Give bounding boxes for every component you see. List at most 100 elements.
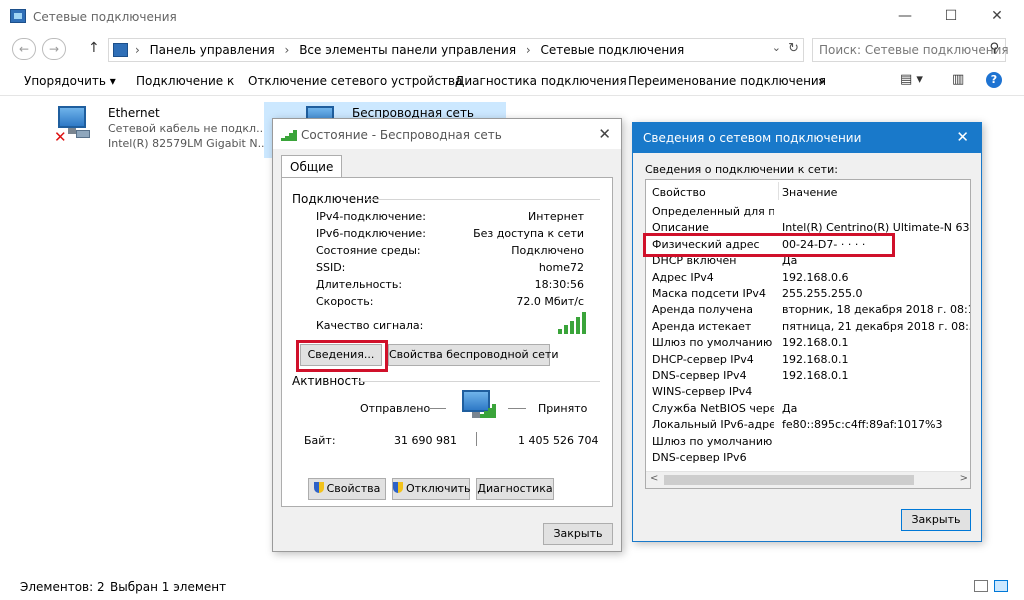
- status-close-button[interactable]: Закрыть: [543, 523, 613, 545]
- mac-address-highlight: [643, 233, 895, 257]
- details-list[interactable]: Свойство Значение Определенный для по...…: [645, 179, 971, 489]
- ethernet-adapter-icon: ✕: [54, 106, 90, 146]
- details-button-highlight: [296, 340, 388, 372]
- bytes-received-value: 1 405 526 704: [518, 434, 599, 447]
- details-row-property: Аренда получена: [652, 303, 753, 317]
- item-count: Элементов: 2: [20, 580, 105, 594]
- details-row[interactable]: Локальный IPv6-адрес ... fe80::895c:c4ff:…: [646, 417, 970, 433]
- signal-quality-bars-icon: [558, 312, 588, 334]
- signal-quality-label: Качество сигнала:: [316, 319, 424, 332]
- help-icon[interactable]: ?: [986, 72, 1002, 88]
- window-title: Сетевые подключения: [33, 10, 177, 24]
- details-row-property: Служба NetBIOS через...: [652, 401, 774, 415]
- close-icon[interactable]: ✕: [956, 128, 969, 146]
- speed-label: Скорость:: [316, 295, 374, 308]
- tab-strip: Общие: [281, 155, 343, 178]
- ipv6-value: Без доступа к сети: [473, 227, 584, 240]
- adapter-status: Сетевой кабель не подкл...: [108, 122, 267, 135]
- details-view-icon[interactable]: [974, 580, 988, 592]
- large-icons-view-icon[interactable]: [994, 580, 1008, 592]
- details-row-property: Определенный для по...: [652, 205, 774, 218]
- column-header-value[interactable]: Значение: [782, 186, 837, 199]
- details-row[interactable]: Шлюз по умолчанию IP... 192.168.0.1: [646, 335, 970, 351]
- details-row-value: 192.168.0.6: [782, 270, 849, 284]
- scroll-left-icon[interactable]: <: [650, 473, 658, 484]
- disable-button-label: Отключить: [406, 482, 471, 495]
- details-row-value: 192.168.0.1: [782, 369, 849, 382]
- details-row[interactable]: WINS-сервер IPv4: [646, 384, 970, 400]
- details-close-button[interactable]: Закрыть: [901, 509, 971, 531]
- shield-icon: [313, 482, 324, 493]
- signal-icon: [281, 129, 297, 141]
- wireless-status-dialog: Состояние - Беспроводная сеть ✕ Общие По…: [272, 118, 622, 552]
- disconnected-x-icon: ✕: [54, 128, 67, 146]
- close-window-button[interactable]: ✕: [974, 0, 1020, 32]
- diagnose-button[interactable]: Диагностика: [476, 478, 554, 500]
- details-row[interactable]: DNS-сервер IPv6: [646, 450, 970, 466]
- details-row[interactable]: Шлюз по умолчанию IP...: [646, 434, 970, 450]
- diagnose-connection-button[interactable]: Диагностика подключения: [455, 74, 627, 88]
- scrollbar-thumb[interactable]: [664, 475, 914, 485]
- breadcrumb-item-all-items[interactable]: Все элементы панели управления: [299, 43, 516, 57]
- back-button[interactable]: ←: [12, 38, 36, 60]
- scroll-right-icon[interactable]: >: [960, 473, 968, 484]
- connect-to-button[interactable]: Подключение к: [136, 74, 234, 88]
- control-panel-icon: [113, 43, 128, 57]
- details-row-value: вторник, 18 декабря 2018 г. 08:13:58: [782, 303, 970, 317]
- search-input[interactable]: Поиск: Сетевые подключения ⚲: [812, 38, 1009, 62]
- connection-details-dialog: Сведения о сетевом подключении ✕ Сведени…: [632, 122, 982, 542]
- refresh-icon[interactable]: ↻: [788, 41, 799, 56]
- disable-device-button[interactable]: Отключение сетевого устройства: [248, 74, 462, 88]
- properties-button[interactable]: Свойства: [308, 478, 386, 500]
- adapter-ethernet[interactable]: ✕ Ethernet Сетевой кабель не подкл... In…: [52, 104, 268, 156]
- network-connections-icon: [10, 9, 26, 23]
- status-bar: Элементов: 2 Выбран 1 элемент: [0, 574, 1024, 600]
- adapter-name: Ethernet: [108, 106, 160, 120]
- details-row-property: Шлюз по умолчанию IP...: [652, 434, 774, 448]
- up-button[interactable]: ↑: [88, 40, 100, 56]
- details-row-property: Аренда истекает: [652, 319, 752, 333]
- details-row[interactable]: Определенный для по...: [646, 204, 970, 220]
- ipv4-value: Интернет: [528, 210, 584, 223]
- details-row[interactable]: DNS-сервер IPv4 192.168.0.1: [646, 368, 970, 384]
- details-row-property: Адрес IPv4: [652, 270, 714, 284]
- ssid-value: home72: [538, 261, 584, 274]
- disable-button[interactable]: Отключить: [392, 478, 471, 500]
- address-dropdown-icon[interactable]: ⌄: [772, 41, 781, 54]
- view-options-icon[interactable]: ▤ ▾: [900, 72, 923, 87]
- details-row[interactable]: Адрес IPv4 192.168.0.6: [646, 270, 970, 286]
- details-row-value: 255.255.255.0: [782, 287, 863, 300]
- close-icon[interactable]: ✕: [598, 125, 611, 143]
- search-icon[interactable]: ⚲: [989, 41, 999, 56]
- bytes-sent-value: 31 690 981: [394, 434, 457, 447]
- maximize-button[interactable]: ☐: [928, 0, 974, 32]
- breadcrumb-separator: ›: [284, 43, 290, 57]
- organize-button[interactable]: Упорядочить ▾: [24, 74, 116, 88]
- horizontal-scrollbar[interactable]: < >: [646, 471, 970, 488]
- breadcrumb-item-control-panel[interactable]: Панель управления: [150, 43, 275, 57]
- minimize-button[interactable]: —: [882, 0, 928, 32]
- details-row[interactable]: Аренда получена вторник, 18 декабря 2018 …: [646, 302, 970, 318]
- details-row[interactable]: Маска подсети IPv4 255.255.255.0: [646, 286, 970, 302]
- address-field[interactable]: › Панель управления › Все элементы панел…: [108, 38, 804, 62]
- breadcrumb-separator: ›: [135, 43, 140, 57]
- more-commands-button[interactable]: »: [818, 74, 825, 88]
- breadcrumb-item-network-connections[interactable]: Сетевые подключения: [541, 43, 685, 57]
- adapter-device: Intel(R) 82579LM Gigabit N...: [108, 137, 269, 150]
- ipv4-label: IPv4-подключение:: [316, 210, 426, 223]
- address-bar: ← → ↑ › Панель управления › Все элементы…: [0, 34, 1024, 64]
- details-row-property: Маска подсети IPv4: [652, 287, 766, 300]
- dialog-title: Сведения о сетевом подключении: [643, 131, 862, 145]
- forward-button[interactable]: →: [42, 38, 66, 60]
- preview-pane-icon[interactable]: ▥: [952, 72, 964, 87]
- rename-connection-button[interactable]: Переименование подключения: [628, 74, 826, 88]
- column-header-property[interactable]: Свойство: [652, 186, 706, 199]
- tab-general[interactable]: Общие: [281, 155, 343, 178]
- wireless-properties-button[interactable]: Свойства беспроводной сети: [388, 344, 558, 366]
- details-row[interactable]: Аренда истекает пятница, 21 декабря 2018 …: [646, 319, 970, 335]
- details-row[interactable]: DHCP-сервер IPv4 192.168.0.1: [646, 352, 970, 368]
- details-caption: Сведения о подключении к сети:: [645, 163, 838, 176]
- details-row[interactable]: Служба NetBIOS через... Да: [646, 401, 970, 417]
- details-row-property: Шлюз по умолчанию IP...: [652, 336, 774, 350]
- details-row-value: пятница, 21 декабря 2018 г. 08:38:49: [782, 319, 970, 333]
